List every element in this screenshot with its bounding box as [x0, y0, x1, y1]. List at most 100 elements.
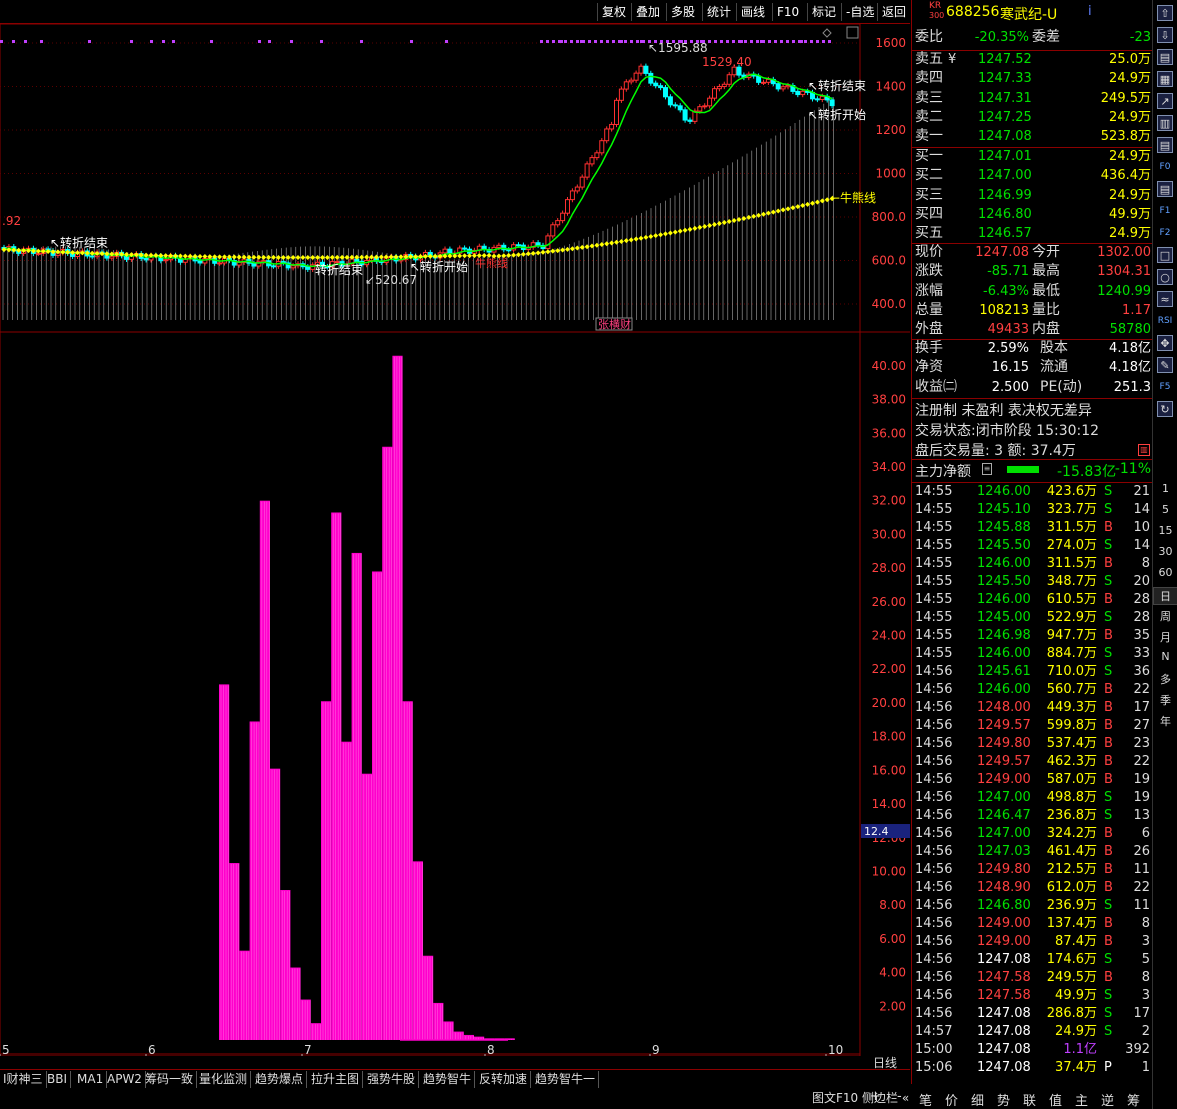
panel-tab[interactable]: 细	[971, 1090, 984, 1109]
period-button[interactable]: 周	[1153, 608, 1177, 624]
indicator-tab[interactable]: 筹码一致	[142, 1071, 198, 1088]
tick-row[interactable]: 14:56 1246.80 236.9万 S 11	[912, 897, 1153, 915]
toolbar-button-6[interactable]: 标记	[807, 3, 840, 21]
toolbar-button-5[interactable]: F10	[772, 3, 803, 21]
pen-icon[interactable]: ✎	[1157, 357, 1173, 373]
indicator-tab[interactable]: 趋势智牛	[420, 1071, 476, 1088]
tick-row[interactable]: 14:55 1246.00 423.6万 S 21	[912, 483, 1153, 501]
bid-row[interactable]: 买一 1247.01 24.9万	[912, 147, 1153, 166]
ask-row[interactable]: 卖四 1247.33 24.9万	[912, 69, 1153, 88]
up-arrow-icon[interactable]: ⇧	[1157, 5, 1173, 21]
toolbar-button-3[interactable]: 统计	[702, 3, 735, 21]
toolbar-button-2[interactable]: 多股	[666, 3, 699, 21]
period-label[interactable]: 日线	[873, 1054, 897, 1071]
tick-row[interactable]: 14:56 1249.00 587.0万 B 19	[912, 771, 1153, 789]
toolbar-button-0[interactable]: 复权	[597, 3, 630, 21]
indicator-tab[interactable]: BBI	[44, 1071, 72, 1088]
tick-row[interactable]: 14:56 1246.47 236.8万 S 13	[912, 807, 1153, 825]
info-icon[interactable]: i	[1088, 4, 1092, 19]
square-icon[interactable]: □	[1157, 247, 1173, 263]
period-button[interactable]: 季	[1153, 692, 1177, 708]
move-icon[interactable]: ✥	[1157, 335, 1173, 351]
panel-tab[interactable]: 价	[945, 1090, 958, 1109]
period-button[interactable]: 15	[1153, 524, 1177, 537]
period-button[interactable]: 30	[1153, 545, 1177, 558]
F10-icon[interactable]: F0	[1157, 159, 1173, 175]
panel-tab[interactable]: 主	[1075, 1090, 1088, 1109]
tick-row[interactable]: 14:56 1247.03 461.4万 B 26	[912, 843, 1153, 861]
ask-row[interactable]: 卖三 1247.31 249.5万	[912, 89, 1153, 108]
period-button[interactable]: 5	[1153, 503, 1177, 516]
sidebar-toggle[interactable]: 侧边栏 «	[862, 1089, 909, 1106]
tick-row[interactable]: 14:56 1247.08 174.6万 S 5	[912, 951, 1153, 969]
tick-row[interactable]: 14:55 1245.10 323.7万 S 14	[912, 501, 1153, 519]
tick-row[interactable]: 14:56 1249.00 87.4万 B 3	[912, 933, 1153, 951]
tick-row[interactable]: 15:00 1247.08 1.1亿 392	[912, 1041, 1153, 1059]
chart-icon[interactable]: ↗	[1157, 93, 1173, 109]
tick-row[interactable]: 14:55 1245.50 348.7万 S 20	[912, 573, 1153, 591]
panel-tab[interactable]: 值	[1049, 1090, 1062, 1109]
list-icon[interactable]: ▤	[1157, 49, 1173, 65]
tick-row[interactable]: 14:56 1247.08 286.8万 S 17	[912, 1005, 1153, 1023]
tick-row[interactable]: 14:56 1248.90 612.0万 B 22	[912, 879, 1153, 897]
bid-row[interactable]: 买二 1247.00 436.4万	[912, 166, 1153, 185]
ask-row[interactable]: 卖一 1247.08 523.8万	[912, 127, 1153, 146]
tick-row[interactable]: 14:55 1246.00 610.5万 B 28	[912, 591, 1153, 609]
tick-row[interactable]: 14:56 1247.00 498.8万 S 19	[912, 789, 1153, 807]
indicator-tab[interactable]: MA1	[74, 1071, 108, 1088]
pane-close-button[interactable]	[846, 26, 859, 39]
tick-row[interactable]: 14:56 1248.00 449.3万 B 17	[912, 699, 1153, 717]
chart-svg[interactable]: 1600140012001000800.0600.0400.0↖1595.881…	[0, 23, 910, 1059]
tick-row[interactable]: 14:56 1247.58 249.5万 B 8	[912, 969, 1153, 987]
bid-row[interactable]: 买三 1246.99 24.9万	[912, 186, 1153, 205]
toolbar-button-4[interactable]: 画线	[736, 3, 769, 21]
tick-row[interactable]: 14:56 1249.00 137.4万 B 8	[912, 915, 1153, 933]
tick-row[interactable]: 14:56 1247.58 49.9万 S 3	[912, 987, 1153, 1005]
F5-icon[interactable]: F5	[1157, 379, 1173, 395]
panel-tab[interactable]: 联	[1023, 1090, 1036, 1109]
tick-row[interactable]: 14:55 1245.88 311.5万 B 10	[912, 519, 1153, 537]
indicator-tab[interactable]: APW2	[104, 1071, 146, 1088]
wave-icon[interactable]: ≈	[1157, 291, 1173, 307]
period-button[interactable]: 60	[1153, 566, 1177, 579]
grid-icon[interactable]: ▦	[1157, 71, 1173, 87]
bid-row[interactable]: 买五 1246.57 24.9万	[912, 224, 1153, 243]
indicator-tab[interactable]: 反转加速	[476, 1071, 532, 1088]
stock-name[interactable]: 寒武纪-U	[1000, 4, 1057, 24]
F10b-icon[interactable]: F1	[1157, 203, 1173, 219]
toolbar-button-1[interactable]: 叠加	[631, 3, 664, 21]
panel-tab[interactable]: 筹	[1127, 1090, 1140, 1109]
tick-row[interactable]: 14:55 1245.50 274.0万 S 14	[912, 537, 1153, 555]
tick-row[interactable]: 14:56 1249.80 537.4万 B 23	[912, 735, 1153, 753]
bid-row[interactable]: 买四 1246.80 49.9万	[912, 205, 1153, 224]
list-icon[interactable]: ≡	[982, 463, 992, 475]
main-force-row[interactable]: 主力净额 ≡ -15.83亿 -11%	[912, 460, 1153, 481]
panel-tab[interactable]: 逆	[1101, 1090, 1114, 1109]
ask-row[interactable]: 卖五 ¥1247.52 25.0万	[912, 50, 1153, 69]
tick-row[interactable]: 14:56 1245.61 710.0万 S 36	[912, 663, 1153, 681]
panel-tab[interactable]: 笔	[919, 1090, 932, 1109]
tick-row[interactable]: 14:56 1246.00 560.7万 B 22	[912, 681, 1153, 699]
indicator-tab[interactable]: 拉升主图	[308, 1071, 364, 1088]
period-button[interactable]: 多	[1153, 671, 1177, 687]
period-button[interactable]: N	[1153, 650, 1177, 663]
toolbar-button-8[interactable]: 返回	[877, 3, 910, 21]
circle-icon[interactable]: ○	[1157, 269, 1173, 285]
RSI-icon[interactable]: RSI	[1157, 313, 1173, 329]
doc-icon[interactable]: ▤	[1157, 137, 1173, 153]
indicator-tab[interactable]: 趋势智牛一	[532, 1071, 600, 1088]
indicator-tab[interactable]: I财神三	[0, 1071, 47, 1088]
indicator-tab[interactable]: 量化监测	[196, 1071, 252, 1088]
refresh-icon[interactable]: ↻	[1157, 401, 1173, 417]
toolbar-button-7[interactable]: -自选	[841, 3, 878, 21]
tick-row[interactable]: 15:06 1247.08 37.4万 P 1	[912, 1059, 1153, 1077]
indicator-tab[interactable]: 强势牛股	[364, 1071, 420, 1088]
doc2-icon[interactable]: ▤	[1157, 181, 1173, 197]
period-button[interactable]: 1	[1153, 482, 1177, 495]
tick-row[interactable]: 14:56 1249.57 599.8万 B 27	[912, 717, 1153, 735]
period-button[interactable]: 月	[1153, 629, 1177, 645]
tick-row[interactable]: 14:56 1249.80 212.5万 B 11	[912, 861, 1153, 879]
tick-row[interactable]: 14:55 1246.00 311.5万 B 8	[912, 555, 1153, 573]
Fl2-icon[interactable]: F2	[1157, 225, 1173, 241]
tick-row[interactable]: 14:55 1246.00 884.7万 S 33	[912, 645, 1153, 663]
